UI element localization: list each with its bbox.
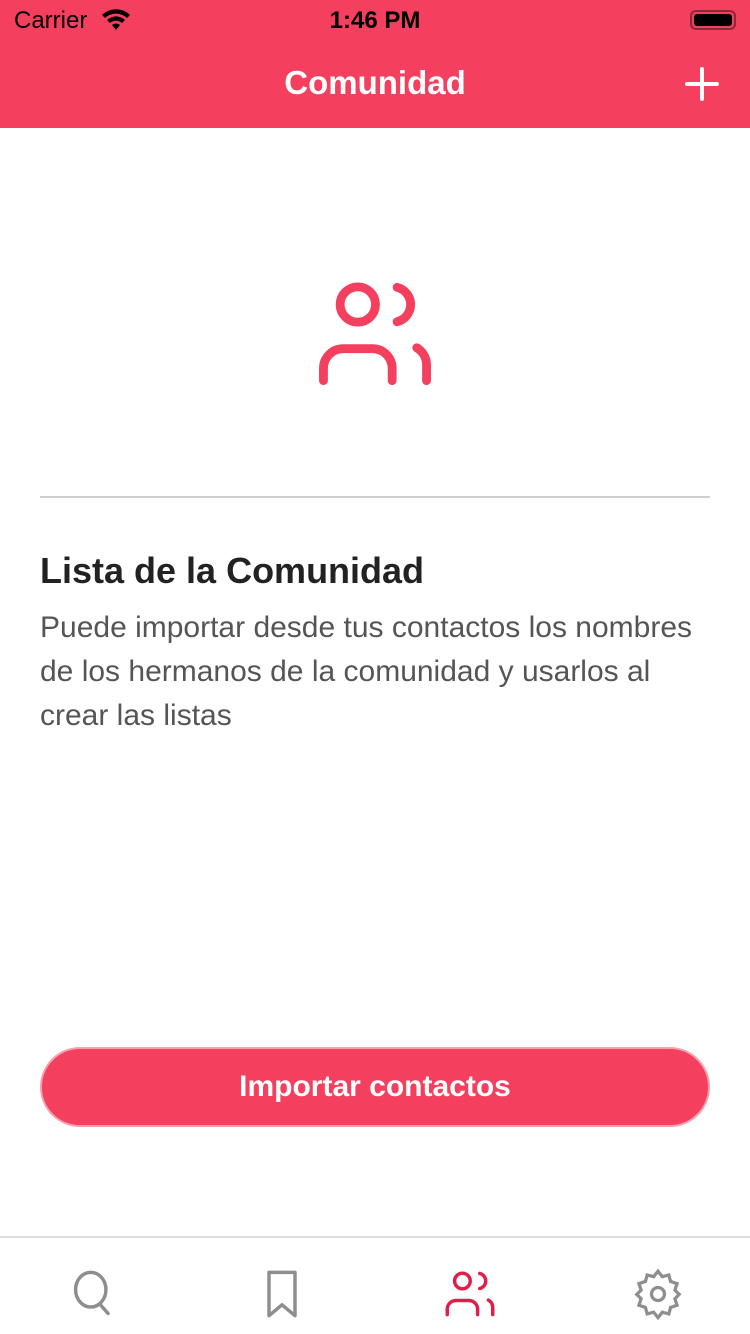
battery-icon bbox=[690, 10, 736, 30]
divider bbox=[40, 496, 710, 498]
nav-header: Carrier 1:46 PM Comunidad bbox=[0, 0, 750, 128]
tab-gear-icon[interactable] bbox=[632, 1268, 684, 1320]
empty-state-title: Lista de la Comunidad bbox=[40, 550, 425, 591]
tab-search-icon[interactable] bbox=[68, 1268, 120, 1320]
status-bar: Carrier 1:46 PM bbox=[0, 0, 750, 40]
empty-state-description: Puede importar desde tus contactos los n… bbox=[40, 611, 693, 732]
tab-bar bbox=[0, 1236, 750, 1334]
import-contacts-button[interactable]: Importar contactos bbox=[40, 1047, 710, 1127]
users-icon bbox=[319, 282, 431, 386]
page-title: Comunidad bbox=[284, 64, 466, 101]
add-button[interactable] bbox=[684, 66, 720, 102]
tab-bookmark-icon[interactable] bbox=[256, 1268, 308, 1320]
tab-users-icon[interactable] bbox=[444, 1268, 496, 1320]
clock: 1:46 PM bbox=[329, 7, 421, 34]
